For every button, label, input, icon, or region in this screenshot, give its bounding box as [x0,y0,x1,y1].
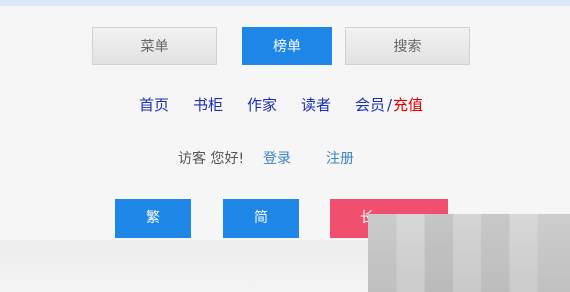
login-link[interactable]: 登录 [263,151,291,167]
ranking-button[interactable]: 榜单 [242,27,332,65]
top-bar [0,0,570,6]
guest-greeting: 访客 您好! [178,149,244,169]
nav-home-link[interactable]: 首页 [139,95,169,115]
nav-bookshelf-link[interactable]: 书柜 [193,95,223,115]
menu-button[interactable]: 菜单 [92,27,217,65]
nav-readers-link[interactable]: 读者 [301,95,331,115]
search-button[interactable]: 搜索 [345,27,470,65]
pixelated-overlay [368,214,570,292]
nav-member-link[interactable]: 会员 [355,95,385,115]
guest-greeting-text: 访客 您好! [178,151,245,167]
nav-recharge-link[interactable]: 充值 [393,95,423,115]
login-link-wrap: 登录 [263,149,291,169]
nav-separator: / [387,96,393,114]
traditional-chinese-button[interactable]: 繁 [115,199,191,238]
simplified-chinese-button[interactable]: 简 [223,199,299,238]
register-link[interactable]: 注册 [326,151,354,167]
nav-authors-link[interactable]: 作家 [247,95,277,115]
register-link-wrap: 注册 [326,149,354,169]
